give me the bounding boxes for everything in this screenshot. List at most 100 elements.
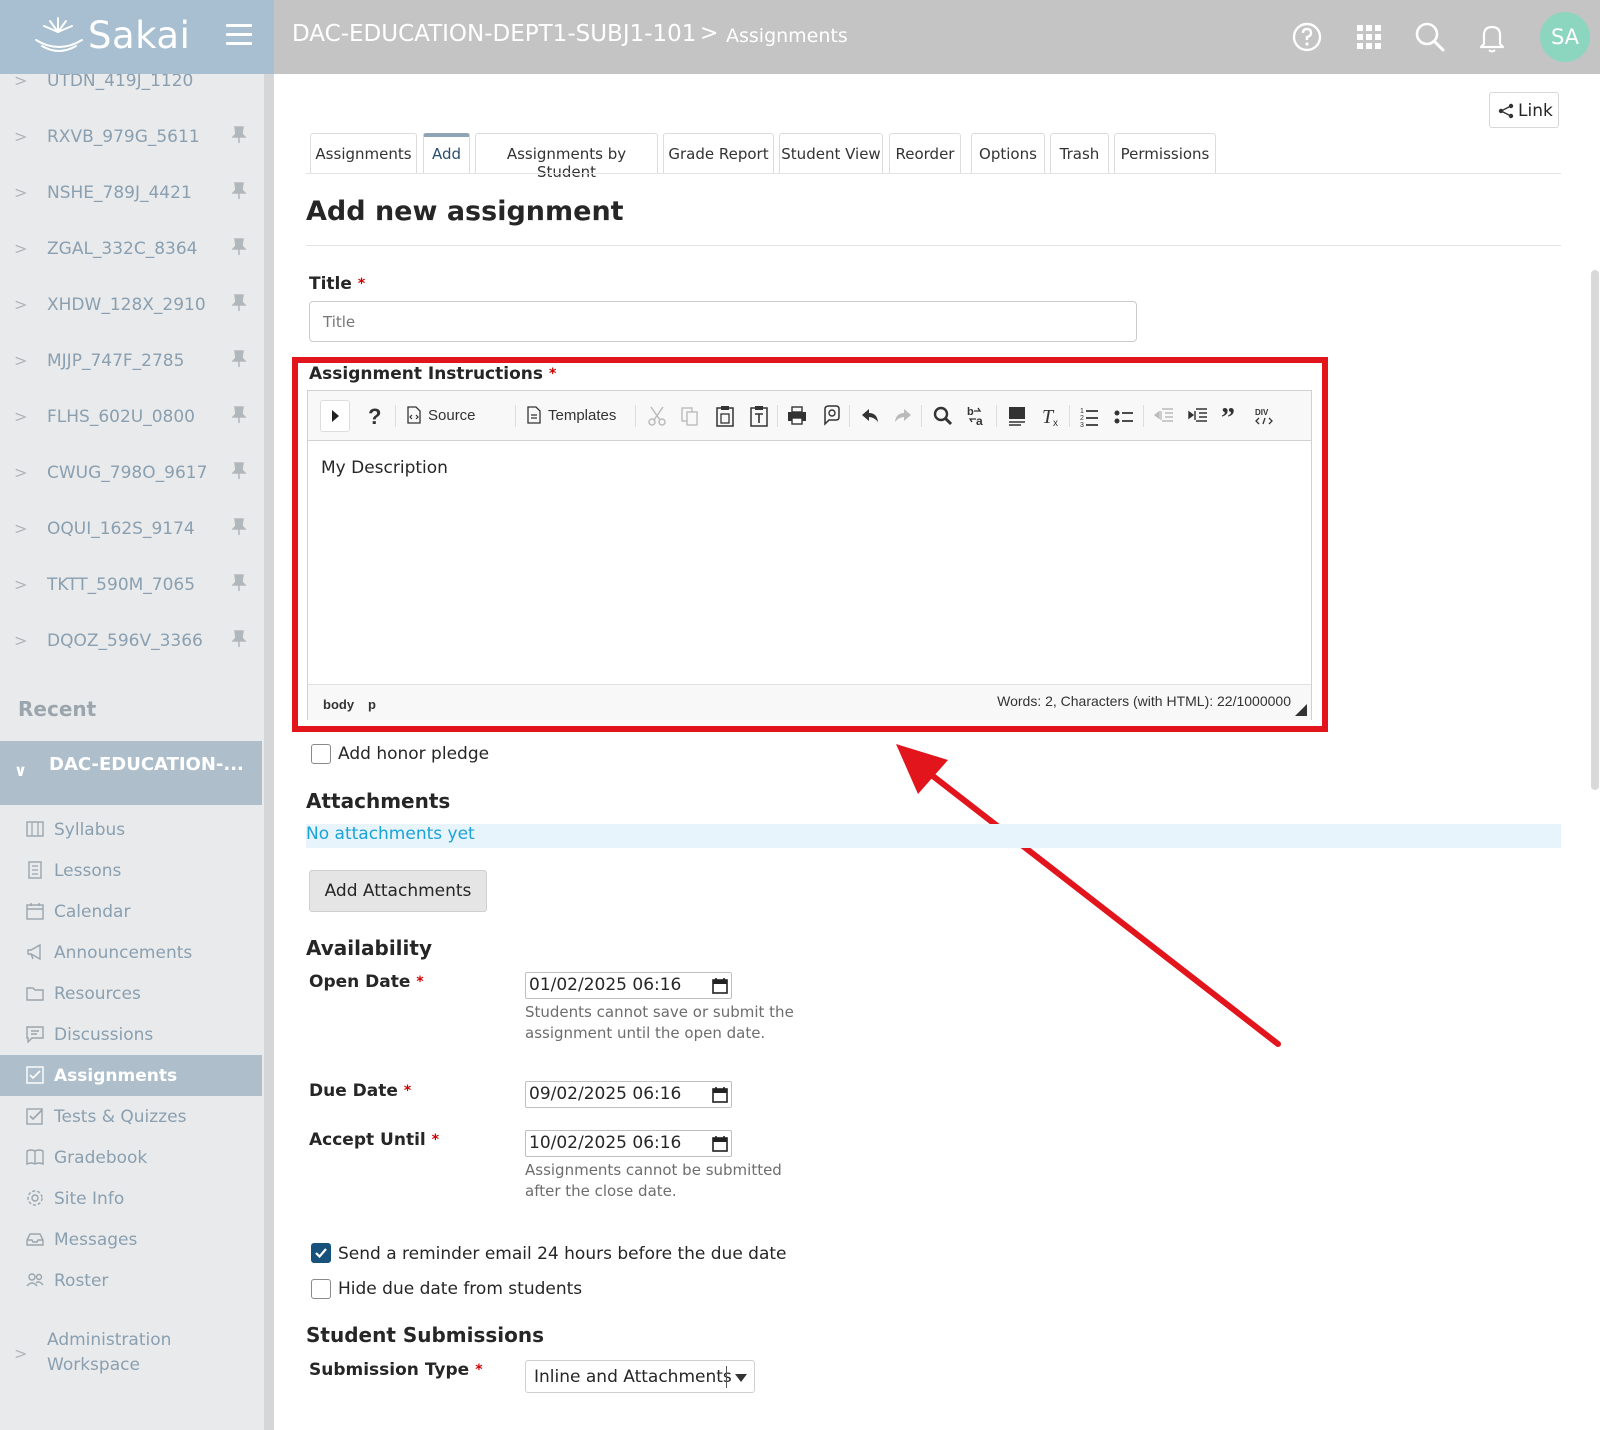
tab-trash[interactable]: Trash xyxy=(1050,133,1109,174)
tab-grade-report[interactable]: Grade Report xyxy=(663,133,774,174)
path-element-p[interactable]: p xyxy=(368,697,376,712)
remove-format-button[interactable]: Tx xyxy=(1040,403,1062,429)
sidebar-site-item[interactable]: > FLHS_602U_0800 xyxy=(0,390,262,446)
sidebar-site-item[interactable]: > RXVB_979G_5611 xyxy=(0,110,262,166)
current-site-item[interactable]: ∨ DAC-EDUCATION-... xyxy=(0,741,262,805)
pin-icon[interactable] xyxy=(232,406,246,424)
pin-icon[interactable] xyxy=(232,574,246,592)
reminder-email-label[interactable]: Send a reminder email 24 hours before th… xyxy=(338,1244,787,1264)
calendar-picker-icon[interactable] xyxy=(712,1086,728,1103)
sidebar-item-discussions[interactable]: Discussions xyxy=(0,1014,262,1055)
bulleted-list-button[interactable] xyxy=(1113,403,1135,429)
hide-due-date-checkbox[interactable] xyxy=(311,1279,331,1299)
pin-icon[interactable] xyxy=(232,238,246,256)
tab-student-view[interactable]: Student View xyxy=(779,133,883,174)
help-icon[interactable] xyxy=(1290,20,1324,54)
sidebar-site-item[interactable]: > ZGAL_332C_8364 xyxy=(0,222,262,278)
editor-toolbar: ? Source Templates b a T x 1 2 3 ” DIV xyxy=(308,391,1311,441)
hide-due-date-label[interactable]: Hide due date from students xyxy=(338,1279,582,1299)
open-date-input[interactable]: 01/02/2025 06:16 xyxy=(525,972,732,999)
sidebar-site-item[interactable]: > XHDW_128X_2910 xyxy=(0,278,262,334)
blockquote-button[interactable]: ” xyxy=(1220,403,1242,429)
sidebar-site-item[interactable]: > TKTT_590M_7065 xyxy=(0,558,262,614)
redo-button[interactable] xyxy=(892,403,914,429)
menu-toggle-icon[interactable] xyxy=(226,24,252,48)
sidebar-site-item[interactable]: > OQUI_162S_9174 xyxy=(0,502,262,558)
sidebar-scrollbar[interactable] xyxy=(264,74,274,1430)
sidebar-item-tests-quizzes[interactable]: Tests & Quizzes xyxy=(0,1096,262,1137)
current-site-label: DAC-EDUCATION-... xyxy=(49,754,244,775)
link-button[interactable]: Link xyxy=(1489,92,1559,128)
sidebar-item-resources[interactable]: Resources xyxy=(0,973,262,1014)
pin-icon[interactable] xyxy=(232,630,246,648)
search-icon[interactable] xyxy=(1413,20,1447,54)
tab-add[interactable]: Add xyxy=(423,133,470,174)
sidebar-item-announcements[interactable]: Announcements xyxy=(0,932,262,973)
sidebar-item-messages[interactable]: Messages xyxy=(0,1219,262,1260)
source-button[interactable]: Source xyxy=(406,403,496,429)
pin-icon[interactable] xyxy=(232,294,246,312)
add-attachments-button[interactable]: Add Attachments xyxy=(309,870,487,912)
pin-icon[interactable] xyxy=(232,126,246,144)
breadcrumb-tool[interactable]: Assignments xyxy=(726,25,848,47)
indent-button[interactable] xyxy=(1187,403,1209,429)
due-date-input[interactable]: 09/02/2025 06:16 xyxy=(525,1081,732,1108)
print-button[interactable] xyxy=(786,403,808,429)
pin-icon[interactable] xyxy=(232,350,246,368)
replace-button[interactable]: ba xyxy=(966,403,988,429)
numbered-list-button[interactable]: 123 xyxy=(1079,403,1101,429)
tab-assignments-by-student[interactable]: Assignments by Student xyxy=(475,133,658,181)
undo-button[interactable] xyxy=(859,403,881,429)
site-title[interactable]: DAC-EDUCATION-DEPT1-SUBJ1-101 xyxy=(292,21,696,47)
pin-icon[interactable] xyxy=(232,462,246,480)
sidebar-item-site-info[interactable]: Site Info xyxy=(0,1178,262,1219)
cut-button[interactable] xyxy=(646,403,668,429)
paste-button[interactable] xyxy=(714,403,736,429)
title-input[interactable] xyxy=(309,301,1137,342)
sidebar-item-assignments[interactable]: Assignments xyxy=(0,1055,262,1096)
chevron-right-icon: > xyxy=(14,183,28,202)
sidebar-item-syllabus[interactable]: Syllabus xyxy=(0,809,262,850)
sidebar-item-calendar[interactable]: Calendar xyxy=(0,891,262,932)
sidebar-item-gradebook[interactable]: Gradebook xyxy=(0,1137,262,1178)
editor-help-button[interactable]: ? xyxy=(363,403,385,429)
templates-button[interactable]: Templates xyxy=(526,403,626,429)
pin-icon[interactable] xyxy=(232,182,246,200)
calendar-picker-icon[interactable] xyxy=(712,1135,728,1152)
sidebar-item-label: Discussions xyxy=(54,1025,154,1045)
sidebar-item-roster[interactable]: Roster xyxy=(0,1260,262,1301)
create-div-button[interactable]: DIV xyxy=(1254,403,1276,429)
reminder-email-checkbox[interactable] xyxy=(311,1243,331,1263)
tab-permissions[interactable]: Permissions xyxy=(1114,133,1216,174)
notifications-bell-icon[interactable] xyxy=(1475,20,1509,54)
sidebar-site-item[interactable]: > MJJP_747F_2785 xyxy=(0,334,262,390)
tab-assignments[interactable]: Assignments xyxy=(310,133,417,174)
honor-pledge-label[interactable]: Add honor pledge xyxy=(338,744,489,764)
sidebar-site-item[interactable]: > NSHE_789J_4421 xyxy=(0,166,262,222)
calendar-picker-icon[interactable] xyxy=(712,977,728,994)
main-scrollbar[interactable] xyxy=(1591,270,1599,790)
apps-grid-icon[interactable] xyxy=(1352,20,1386,54)
tab-reorder[interactable]: Reorder xyxy=(889,133,961,174)
resize-handle-icon[interactable] xyxy=(1295,704,1307,716)
pin-icon[interactable] xyxy=(232,518,246,536)
honor-pledge-checkbox[interactable] xyxy=(311,744,331,764)
submission-type-select[interactable]: Inline and Attachments xyxy=(525,1360,755,1393)
spellcheck-button[interactable] xyxy=(820,403,842,429)
sidebar-site-item[interactable]: > DQOZ_596V_3366 xyxy=(0,614,262,670)
tab-options[interactable]: Options xyxy=(971,133,1045,174)
paste-text-button[interactable] xyxy=(748,403,770,429)
outdent-button[interactable] xyxy=(1153,403,1175,429)
editor-content-area[interactable]: My Description xyxy=(308,441,1311,676)
accept-until-input[interactable]: 10/02/2025 06:16 xyxy=(525,1130,732,1157)
toolbar-collapse-button[interactable] xyxy=(320,400,350,432)
copy-button[interactable] xyxy=(679,403,701,429)
path-element-body[interactable]: body xyxy=(323,697,354,712)
sidebar-site-item[interactable]: > UTDN_419J_1120 xyxy=(0,74,262,110)
find-button[interactable] xyxy=(932,403,954,429)
user-avatar[interactable]: SA xyxy=(1540,12,1590,62)
sidebar-admin-workspace[interactable]: > Administration Workspace xyxy=(0,1326,262,1386)
sidebar-item-lessons[interactable]: Lessons xyxy=(0,850,262,891)
select-all-button[interactable] xyxy=(1006,403,1028,429)
sidebar-site-item[interactable]: > CWUG_798O_9617 xyxy=(0,446,262,502)
